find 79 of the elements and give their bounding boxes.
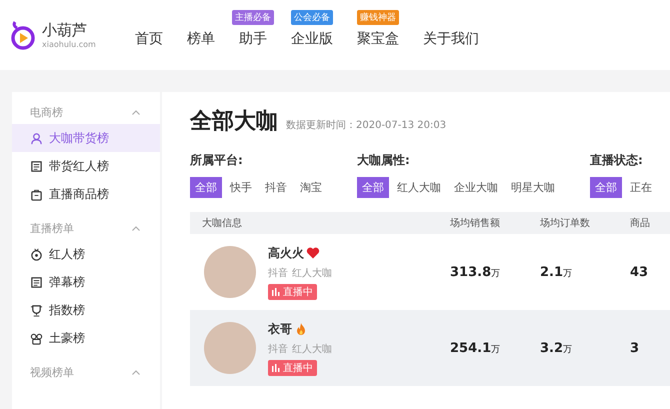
table-row[interactable]: 衣哥 抖音 红人大咖 直播中 254.1万 3.2万 3 <box>190 310 670 386</box>
sidebar-item[interactable]: 红人榜 <box>12 240 160 268</box>
nav-badge: 主播必备 <box>232 10 274 25</box>
filter-option[interactable]: 淘宝 <box>295 177 327 198</box>
heart-icon <box>306 246 320 260</box>
filter-label: 直播状态: <box>590 152 644 169</box>
platform-label: 抖音 <box>268 266 288 280</box>
bars-icon <box>272 288 280 296</box>
platform-label: 抖音 <box>268 342 288 356</box>
column-header: 场均订单数 <box>539 216 591 230</box>
logo-icon <box>10 20 36 50</box>
section-title: 视频榜单 <box>30 364 74 380</box>
column-header: 商品 <box>629 216 651 230</box>
filter-option[interactable]: 全部 <box>190 177 222 198</box>
sales-value: 313.8万 <box>449 264 502 280</box>
sidebar-item-label: 大咖带货榜 <box>49 130 109 146</box>
filter-option[interactable]: 全部 <box>590 177 622 198</box>
nav-link[interactable]: 关于我们 <box>423 30 479 48</box>
filter-option[interactable]: 明星大咖 <box>506 177 560 198</box>
list-icon <box>30 160 43 172</box>
nav-link[interactable]: 聚宝盒 <box>357 30 399 48</box>
table-cell-text: 3 <box>629 340 640 356</box>
sidebar-item[interactable]: 指数榜 <box>12 296 160 324</box>
nav-link[interactable]: 企业版 <box>291 30 333 48</box>
person-icon <box>30 132 43 144</box>
filter-option[interactable]: 快手 <box>225 177 257 198</box>
orders-value: 2.1万 <box>539 264 574 280</box>
sidebar-item[interactable]: 直播商品榜 <box>12 180 160 208</box>
list-icon <box>30 276 43 288</box>
sidebar-item[interactable]: 带货红人榜 <box>12 152 160 180</box>
sales-value: 254.1万 <box>449 340 502 356</box>
filter-option[interactable]: 抖音 <box>260 177 292 198</box>
flame-icon <box>294 322 308 336</box>
update-time: 数据更新时间：2020-07-13 20:03 <box>286 118 446 132</box>
live-label: 直播中 <box>283 286 313 298</box>
bars-icon <box>272 364 280 372</box>
table-cell-text: 43 <box>629 264 650 280</box>
category-tag: 红人大咖 <box>292 342 332 356</box>
sidebar-item-label: 直播商品榜 <box>49 186 109 202</box>
caret-icon[interactable] <box>132 370 140 374</box>
nav-link[interactable]: 助手 <box>239 30 267 48</box>
sidebar-item-label: 红人榜 <box>49 246 85 262</box>
sidebar-item-label: 弹幕榜 <box>49 274 85 290</box>
sidebar-item-label: 土豪榜 <box>49 330 85 346</box>
streamer-name: 高火火 <box>268 244 304 262</box>
category-tag: 红人大咖 <box>292 266 332 280</box>
filter-label: 大咖属性: <box>357 152 411 169</box>
orders-value: 3.2万 <box>539 340 574 356</box>
caret-icon[interactable] <box>132 226 140 230</box>
filter-option[interactable]: 企业大咖 <box>449 177 503 198</box>
sidebar-item-label: 带货红人榜 <box>49 158 109 174</box>
bag-icon <box>30 188 43 200</box>
brand-domain: xiaohulu.com <box>42 40 96 49</box>
nav-badge: 公会必备 <box>291 10 333 25</box>
filter-option[interactable]: 全部 <box>357 177 389 198</box>
sidebar-item[interactable]: 弹幕榜 <box>12 268 160 296</box>
sidebar-item[interactable]: 大咖带货榜 <box>12 124 160 152</box>
filter-option[interactable]: 正在 <box>625 177 657 198</box>
table-row[interactable]: 高火火 抖音 红人大咖 直播中 313.8万 2.1万 43 <box>190 234 670 310</box>
nav-link[interactable]: 榜单 <box>187 30 215 48</box>
medal-icon <box>30 248 43 260</box>
column-header: 场均销售额 <box>449 216 501 230</box>
nav-badge: 赚钱神器 <box>357 10 399 25</box>
sidebar-item-label: 指数榜 <box>49 302 85 318</box>
filter-option[interactable]: 红人大咖 <box>392 177 446 198</box>
column-header: 大咖信息 <box>201 216 243 230</box>
filter-label: 所属平台: <box>190 152 244 169</box>
nav-link[interactable]: 首页 <box>135 30 163 48</box>
trophy-icon <box>30 304 43 316</box>
brand-name: 小葫芦 <box>42 21 88 40</box>
section-title: 直播榜单 <box>30 220 74 236</box>
page-title: 全部大咖 <box>190 108 278 136</box>
streamer-name: 衣哥 <box>268 320 292 338</box>
section-title: 电商榜 <box>30 104 63 120</box>
caret-icon[interactable] <box>132 110 140 114</box>
sidebar-item[interactable]: 土豪榜 <box>12 324 160 352</box>
avatar-placeholder <box>204 246 256 298</box>
avatar-placeholder <box>204 322 256 374</box>
live-label: 直播中 <box>283 362 313 374</box>
